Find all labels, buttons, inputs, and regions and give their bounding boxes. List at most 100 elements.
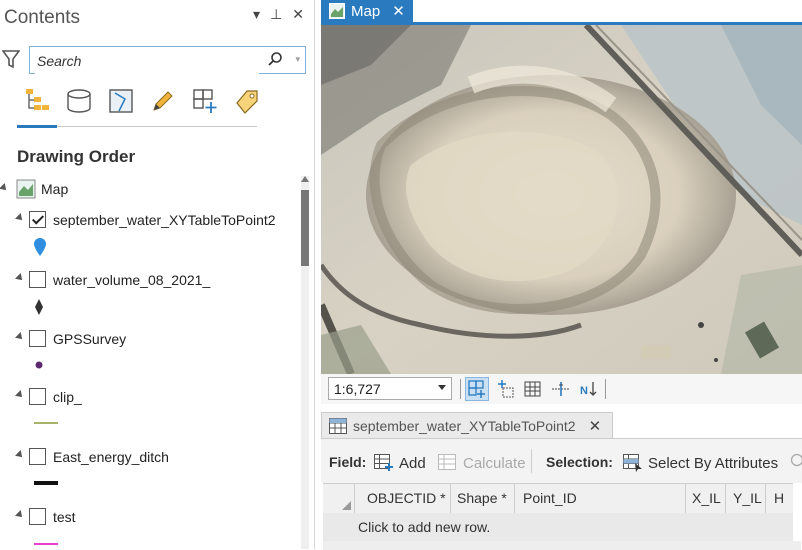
layer-visibility-checkbox[interactable] <box>29 211 46 228</box>
attribute-table-pane: Field: Add Calculate Selection: <box>321 438 802 550</box>
toolbar-divider <box>531 449 532 473</box>
active-tool-indicator <box>17 125 57 128</box>
column-divider[interactable] <box>725 484 726 513</box>
contents-pane: Contents ▾ ⊥ ✕ ▾ <box>0 0 315 549</box>
select-all-corner[interactable] <box>323 484 355 513</box>
layer-label[interactable]: East_energy_ditch <box>53 449 169 465</box>
expand-layer-icon[interactable] <box>15 510 25 520</box>
add-new-row[interactable]: Click to add new row. <box>323 513 793 541</box>
divider <box>605 379 606 399</box>
satellite-imagery[interactable] <box>321 25 802 374</box>
close-table-tab-icon[interactable]: ✕ <box>589 417 602 435</box>
pin-icon[interactable]: ⊥ <box>270 6 282 23</box>
list-by-labeling-icon[interactable] <box>232 86 262 116</box>
list-by-selection-icon[interactable] <box>106 86 136 116</box>
layer-visibility-checkbox[interactable] <box>29 448 46 465</box>
field-label: Field: <box>329 454 366 470</box>
column-header-shape[interactable]: Shape * <box>457 490 507 506</box>
scale-selector[interactable]: 1:6,727 <box>328 377 452 400</box>
svg-text:N: N <box>580 385 588 397</box>
column-header-point-id[interactable]: Point_ID <box>523 490 577 506</box>
table-icon <box>329 418 347 434</box>
table-header-row: OBJECTID * Shape * Point_ID X_IL Y_IL H <box>323 483 793 514</box>
drawing-order-heading: Drawing Order <box>17 147 135 167</box>
table-toolbar: Field: Add Calculate Selection: <box>321 439 802 483</box>
select-by-attributes-icon <box>623 454 643 472</box>
search-dropdown-icon[interactable]: ▾ <box>295 54 300 65</box>
map-status-bar: 1:6,727 <box>321 374 802 404</box>
map-frame-icon <box>16 179 36 199</box>
map-canvas[interactable] <box>321 25 802 374</box>
snapping-toggle-icon[interactable] <box>465 377 489 401</box>
map-tab-label: Map <box>351 3 380 20</box>
close-icon[interactable]: ✕ <box>292 6 304 23</box>
layer-visibility-checkbox[interactable] <box>29 388 46 405</box>
select-by-attributes-button[interactable]: Select By Attributes <box>623 454 778 472</box>
list-by-source-icon[interactable] <box>64 86 94 116</box>
select-by-attributes-label: Select By Attributes <box>648 455 778 472</box>
tab-attribute-table[interactable]: september_water_XYTableToPoint2 ✕ <box>321 412 613 438</box>
contents-scrollbar[interactable] <box>301 176 309 549</box>
grid-snap-icon[interactable] <box>493 377 517 401</box>
grid-icon[interactable] <box>521 377 545 401</box>
expand-map-icon[interactable] <box>0 183 9 193</box>
layer-visibility-checkbox[interactable] <box>29 271 46 288</box>
calculate-field-label: Calculate <box>463 455 526 472</box>
map-tab-icon <box>329 3 345 19</box>
contents-toolbar <box>22 86 262 116</box>
scale-value: 1:6,727 <box>334 381 381 397</box>
black-thick-line-symbol-icon <box>34 481 58 485</box>
layer-visibility-checkbox[interactable] <box>29 330 46 347</box>
add-field-button[interactable]: Add <box>374 454 426 472</box>
expand-layer-icon[interactable] <box>15 213 25 223</box>
table-tab-label: september_water_XYTableToPoint2 <box>353 418 576 434</box>
pink-line-symbol-icon <box>34 543 58 545</box>
column-header-h[interactable]: H <box>774 490 784 506</box>
black-diamond-symbol-icon <box>34 298 44 316</box>
chevron-down-icon[interactable] <box>438 385 446 390</box>
search-input[interactable] <box>35 48 259 74</box>
layer-visibility-checkbox[interactable] <box>29 508 46 525</box>
filter-icon[interactable] <box>2 49 20 69</box>
pane-controls: ▾ ⊥ ✕ <box>253 6 304 23</box>
layer-label[interactable]: GPSSurvey <box>53 331 126 347</box>
search-box[interactable]: ▾ <box>29 46 306 74</box>
map-status-tools: N <box>460 377 606 401</box>
expand-layer-icon[interactable] <box>15 332 25 342</box>
column-header-y-il[interactable]: Y_IL <box>733 490 762 506</box>
blue-pin-symbol-icon <box>33 237 47 257</box>
close-map-tab-icon[interactable]: ✕ <box>392 2 405 20</box>
layer-label[interactable]: water_volume_08_2021_ <box>53 272 210 288</box>
tab-map[interactable]: Map ✕ <box>321 0 413 22</box>
calculate-field-button[interactable]: Calculate <box>438 454 526 472</box>
olive-line-symbol-icon <box>34 422 58 424</box>
column-divider[interactable] <box>685 484 686 513</box>
center-icon[interactable] <box>549 377 573 401</box>
list-by-drawing-order-icon[interactable] <box>22 86 52 116</box>
expand-layer-icon[interactable] <box>15 273 25 283</box>
list-by-editing-icon[interactable] <box>148 86 178 116</box>
add-new-row-label: Click to add new row. <box>358 519 490 535</box>
add-field-label: Add <box>399 455 426 472</box>
search-icon[interactable] <box>267 51 283 67</box>
column-divider[interactable] <box>450 484 451 513</box>
scrollbar-thumb[interactable] <box>301 190 309 266</box>
purple-dot-symbol-icon <box>34 360 44 370</box>
map-node-label[interactable]: Map <box>41 181 68 197</box>
north-arrow-icon[interactable]: N <box>577 377 601 401</box>
column-divider[interactable] <box>765 484 766 513</box>
list-by-snapping-icon[interactable] <box>190 86 220 116</box>
column-header-x-il[interactable]: X_IL <box>692 490 721 506</box>
zoom-to-icon[interactable] <box>789 453 802 469</box>
selection-label: Selection: <box>546 454 613 470</box>
column-header-objectid[interactable]: OBJECTID * <box>367 490 446 506</box>
pane-options-icon[interactable]: ▾ <box>253 6 260 23</box>
expand-layer-icon[interactable] <box>15 450 25 460</box>
layer-label[interactable]: clip_ <box>53 389 82 405</box>
layer-label[interactable]: september_water_XYTableToPoint2 <box>53 212 276 228</box>
scroll-up-icon[interactable] <box>301 176 309 182</box>
column-divider[interactable] <box>514 484 515 513</box>
divider <box>460 379 461 399</box>
expand-layer-icon[interactable] <box>15 390 25 400</box>
layer-label[interactable]: test <box>53 509 76 525</box>
